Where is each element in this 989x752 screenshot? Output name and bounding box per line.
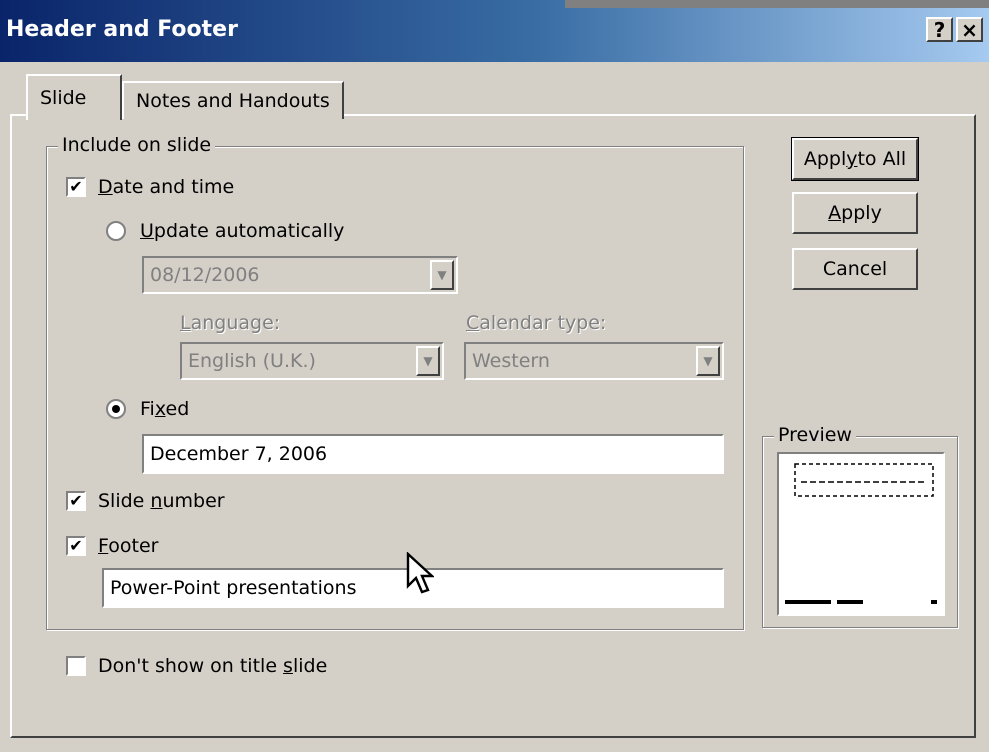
background-window-strip: [565, 0, 989, 8]
slide-preview: [777, 452, 945, 616]
fixed-date-input[interactable]: December 7, 2006: [142, 434, 724, 474]
slide-number-checkbox[interactable]: ✔: [66, 491, 86, 511]
radio-selected-dot: [112, 405, 120, 413]
include-on-slide-group: [46, 146, 744, 630]
date-time-checkbox[interactable]: ✔: [66, 177, 86, 197]
dialog-title: Header and Footer: [6, 17, 238, 42]
dont-show-title-checkbox[interactable]: [66, 656, 86, 676]
help-button[interactable]: ?: [926, 17, 953, 42]
include-on-slide-legend: Include on slide: [58, 134, 216, 156]
language-label: Language:: [180, 312, 281, 334]
dont-show-title-label[interactable]: Don't show on title slide: [98, 655, 327, 677]
calendar-type-dropdown[interactable]: Western ▼: [464, 342, 724, 380]
preview-legend: Preview: [774, 424, 856, 446]
apply-to-all-button[interactable]: Appl y to All: [791, 137, 919, 181]
auto-date-dropdown[interactable]: 08/12/2006 ▼: [142, 256, 458, 294]
update-automatically-radio[interactable]: [106, 221, 126, 241]
tab-slide-label: Slide: [40, 87, 87, 109]
chevron-down-icon[interactable]: ▼: [696, 346, 720, 376]
fixed-label[interactable]: Fixed: [140, 398, 189, 420]
tab-notes-handouts[interactable]: Notes and Handouts: [122, 81, 344, 119]
update-automatically-label[interactable]: Update automatically: [140, 220, 344, 242]
chevron-down-icon[interactable]: ▼: [430, 260, 454, 290]
auto-date-value: 08/12/2006: [150, 264, 260, 286]
tab-slide[interactable]: Slide: [26, 74, 122, 120]
tab-notes-label: Notes and Handouts: [136, 90, 330, 112]
calendar-type-value: Western: [472, 350, 550, 372]
apply-button[interactable]: Apply: [792, 192, 918, 234]
language-dropdown[interactable]: English (U.K.) ▼: [180, 342, 444, 380]
cancel-button[interactable]: Cancel: [792, 248, 918, 290]
slide-number-label[interactable]: Slide number: [98, 490, 225, 512]
calendar-type-label: Calendar type:: [466, 312, 607, 334]
close-button[interactable]: ×: [956, 17, 983, 42]
chevron-down-icon[interactable]: ▼: [416, 346, 440, 376]
mouse-cursor-icon: [406, 552, 434, 594]
date-time-label[interactable]: Date and time: [98, 176, 234, 198]
footer-label[interactable]: Footer: [98, 535, 158, 557]
footer-checkbox[interactable]: ✔: [66, 536, 86, 556]
fixed-radio[interactable]: [106, 399, 126, 419]
slide-preview-graphic: [785, 463, 937, 604]
language-value: English (U.K.): [188, 350, 316, 372]
